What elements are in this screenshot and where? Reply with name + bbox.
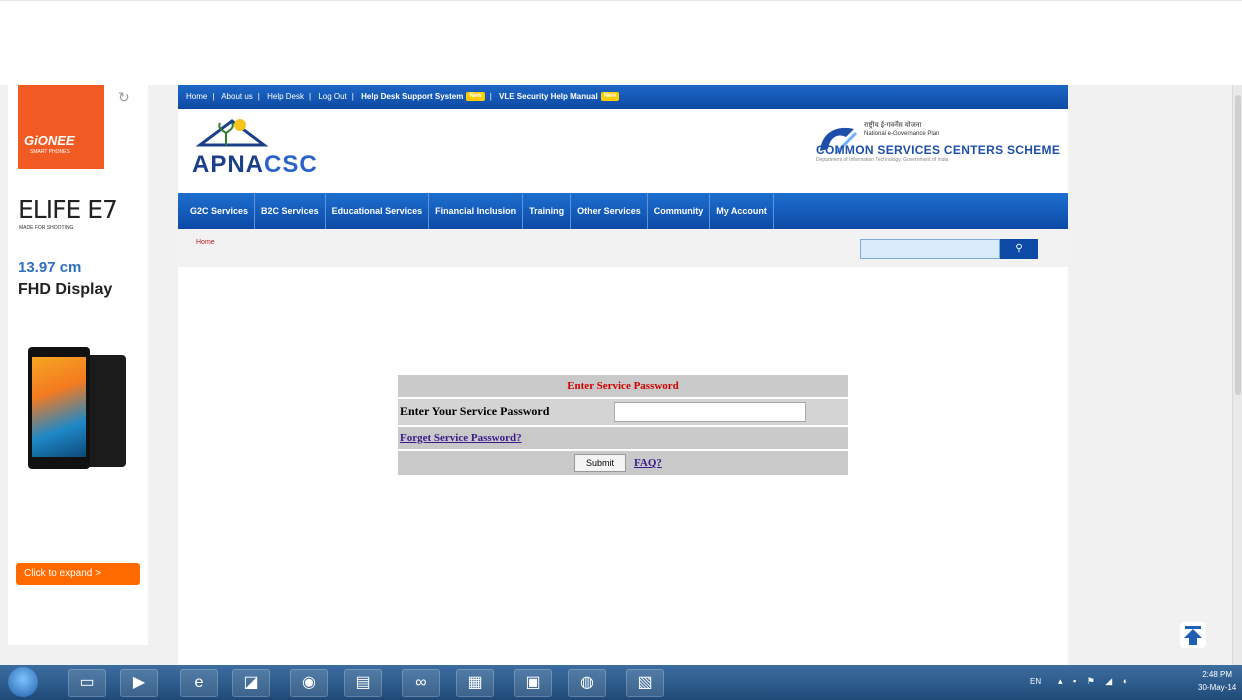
phone-screen bbox=[32, 357, 86, 457]
breadcrumb[interactable]: Home bbox=[196, 239, 215, 246]
refresh-icon[interactable]: ↻ bbox=[118, 89, 130, 106]
vertical-scrollbar[interactable] bbox=[1232, 85, 1242, 665]
language-indicator[interactable]: EN bbox=[1030, 677, 1041, 686]
system-tray: EN ▴ ▪ ⚑ ◢ ◐ 2:48 PM 30-May-14 bbox=[1030, 665, 1242, 700]
app-icon[interactable]: ∞ bbox=[402, 669, 440, 697]
logo-apna: APNA bbox=[192, 151, 265, 178]
new-badge: New bbox=[600, 92, 620, 102]
folder-icon[interactable]: ▤ bbox=[344, 669, 382, 697]
logo-csc: CSC bbox=[264, 151, 318, 178]
app-icon[interactable]: ▦ bbox=[456, 669, 494, 697]
new-badge: New bbox=[466, 92, 485, 102]
screen: GiONEE SMART PHONES ↻ ELIFE E7 MADE FOR … bbox=[0, 0, 1242, 700]
internet-explorer-icon[interactable]: e bbox=[180, 669, 218, 697]
apna-csc-logo[interactable]: APNACSC bbox=[192, 115, 332, 179]
expand-ad-button[interactable]: Click to expand > bbox=[16, 563, 140, 585]
topnav-vle-manual[interactable]: VLE Security Help Manual bbox=[499, 92, 598, 101]
model-name: ELIFE E7 bbox=[18, 195, 118, 224]
clock[interactable]: 2:48 PM 30-May-14 bbox=[1198, 668, 1236, 694]
submit-button[interactable]: Submit bbox=[574, 454, 626, 472]
egov-logo-block: राष्ट्रीय ई-गवर्नेंस योजना National e-Go… bbox=[816, 115, 1066, 185]
egov-hindi: राष्ट्रीय ई-गवर्नेंस योजना bbox=[864, 122, 922, 129]
topnav-home[interactable]: Home bbox=[186, 92, 207, 101]
ad-sidebar[interactable]: GiONEE SMART PHONES ↻ ELIFE E7 MADE FOR … bbox=[8, 85, 148, 645]
egov-nep: National e-Governance Plan bbox=[864, 131, 940, 137]
csc-portal: Home | About us | Help Desk | Log Out | Help… bbox=[178, 85, 1068, 665]
nav-community[interactable]: Community bbox=[648, 193, 711, 229]
service-password-input[interactable] bbox=[614, 402, 806, 422]
search-input[interactable] bbox=[860, 239, 1000, 259]
form-title-row: Enter Service Password bbox=[398, 375, 848, 397]
app-icon[interactable]: ▣ bbox=[514, 669, 552, 697]
password-row: Enter Your Service Password bbox=[398, 399, 848, 425]
egov-dept: Department of Information Technology, Go… bbox=[816, 157, 949, 163]
phone-image bbox=[28, 347, 90, 469]
tray-icons[interactable]: ▴ ▪ ⚑ ◢ ◐ bbox=[1058, 676, 1132, 687]
explorer-icon[interactable]: ▭ bbox=[68, 669, 106, 697]
faq-link[interactable]: FAQ? bbox=[634, 451, 662, 475]
clock-time: 2:48 PM bbox=[1202, 670, 1233, 679]
nav-g2c[interactable]: G2C Services bbox=[184, 193, 256, 229]
brand-name: GiONEE bbox=[24, 133, 75, 148]
logo-wordmark: APNACSC bbox=[192, 151, 318, 179]
form-title: Enter Service Password bbox=[567, 380, 679, 392]
brand-tagline: SMART PHONES bbox=[30, 149, 70, 155]
model-tagline: MADE FOR SHOOTING bbox=[19, 225, 74, 231]
clock-date: 30-May-14 bbox=[1198, 683, 1237, 692]
nav-educational[interactable]: Educational Services bbox=[326, 193, 430, 229]
password-label: Enter Your Service Password bbox=[400, 404, 550, 418]
screen-size: 13.97 cm bbox=[18, 259, 82, 276]
nav-other[interactable]: Other Services bbox=[571, 193, 648, 229]
browser-top-strip bbox=[0, 0, 1242, 85]
portal-header: APNACSC राष्ट्रीय ई-गवर्नेंस योजना Natio… bbox=[178, 109, 1068, 193]
media-player-icon[interactable]: ▶ bbox=[120, 669, 158, 697]
nav-financial[interactable]: Financial Inclusion bbox=[429, 193, 524, 229]
display-type: FHD Display bbox=[18, 281, 113, 298]
house-icon bbox=[196, 119, 268, 147]
firefox-icon[interactable]: ◉ bbox=[290, 669, 328, 697]
search-icon: ⚲ bbox=[1015, 243, 1023, 254]
forget-row: Forget Service Password? bbox=[398, 427, 848, 449]
scrollbar-thumb[interactable] bbox=[1235, 95, 1241, 395]
nav-training[interactable]: Training bbox=[523, 193, 572, 229]
topnav-hdss[interactable]: Help Desk Support System bbox=[361, 92, 463, 101]
service-password-form: Enter Service Password Enter Your Servic… bbox=[398, 375, 848, 477]
forget-password-link[interactable]: Forget Service Password? bbox=[400, 427, 522, 449]
breadcrumb-bar: Home ⚲ bbox=[178, 229, 1068, 267]
topnav-logout[interactable]: Log Out bbox=[318, 92, 346, 101]
app-icon[interactable]: ▧ bbox=[626, 669, 664, 697]
nav-my-account[interactable]: My Account bbox=[710, 193, 774, 229]
main-nav: G2C Services B2C Services Educational Se… bbox=[178, 193, 1068, 229]
windows-taskbar: ▭ ▶ e ◪ ◉ ▤ ∞ ▦ ▣ ◍ ▧ EN ▴ ▪ ⚑ ◢ ◐ 2:48 … bbox=[0, 665, 1242, 700]
app-icon[interactable]: ◪ bbox=[232, 669, 270, 697]
search-button[interactable]: ⚲ bbox=[1000, 239, 1038, 259]
nav-b2c[interactable]: B2C Services bbox=[255, 193, 326, 229]
actions-row: Submit FAQ? bbox=[398, 451, 848, 475]
chrome-icon[interactable]: ◍ bbox=[568, 669, 606, 697]
password-label-cell: Enter Your Service Password bbox=[398, 399, 608, 425]
back-to-top-button[interactable] bbox=[1180, 622, 1206, 648]
gionee-brand-box: GiONEE SMART PHONES bbox=[18, 85, 104, 169]
topnav-helpdesk[interactable]: Help Desk bbox=[267, 92, 304, 101]
password-input-cell bbox=[608, 399, 848, 425]
egov-title: COMMON SERVICES CENTERS SCHEME bbox=[816, 143, 1061, 157]
start-button[interactable] bbox=[8, 667, 38, 697]
top-nav: Home | About us | Help Desk | Log Out | Help… bbox=[178, 85, 1068, 109]
arrow-up-icon bbox=[1184, 626, 1202, 645]
topnav-about[interactable]: About us bbox=[221, 92, 253, 101]
